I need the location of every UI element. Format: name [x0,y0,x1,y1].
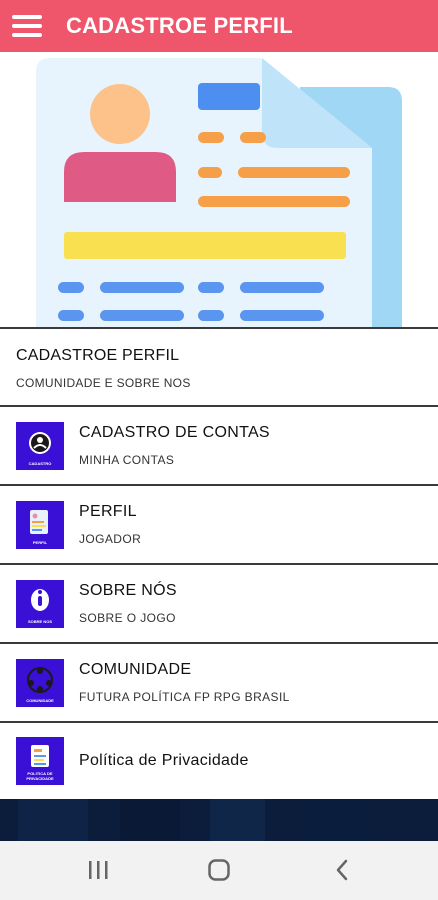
profile-document-illustration [36,58,402,328]
thumb-caption: POLITICA DE PRIVACIDADE [26,771,54,781]
info-chat-icon: SOBRE NOS [16,579,64,628]
system-navigation-bar [0,841,438,900]
list-item-politica-de-privacidade[interactable]: POLITICA DE PRIVACIDADE Política de Priv… [0,723,438,799]
list-item-cadastro-de-contas[interactable]: CADASTRO CADASTRO DE CONTAS MINHA CONTAS [0,407,438,486]
recents-icon[interactable] [78,855,118,885]
hamburger-menu-icon[interactable] [12,15,42,37]
home-icon[interactable] [199,855,239,885]
profile-card-icon: PERFIL [16,500,64,549]
thumb-caption: CADASTRO [28,460,52,466]
list-header-title: CADASTROE PERFIL [16,347,180,364]
app-bar: CADASTROE PERFIL [0,0,438,52]
menu-list: CADASTROE PERFIL COMUNIDADE E SOBRE NOS … [0,327,438,799]
hero-illustration [0,52,438,328]
thumb-caption: PERFIL [32,539,48,545]
list-header: CADASTROE PERFIL COMUNIDADE E SOBRE NOS [0,327,438,407]
list-item-subtitle: SOBRE O JOGO [79,611,176,625]
list-item-perfil[interactable]: PERFIL PERFIL JOGADOR [0,486,438,565]
thumb-caption: SOBRE NOS [27,618,52,624]
list-item-title: COMUNIDADE [79,661,192,678]
list-item-title: SOBRE NÓS [79,582,177,599]
back-icon[interactable] [322,855,362,885]
list-item-subtitle: FUTURA POLÍTICA FP RPG BRASIL [79,690,290,704]
community-network-icon: COMUNIDADE [16,658,64,707]
thumb-caption: COMUNIDADE [26,697,54,703]
app-title: CADASTROE PERFIL [66,13,293,38]
list-header-subtitle: COMUNIDADE E SOBRE NOS [16,376,191,390]
user-circle-icon: CADASTRO [16,421,64,470]
privacy-document-icon: POLITICA DE PRIVACIDADE [16,737,64,785]
list-item-title: CADASTRO DE CONTAS [79,424,270,441]
list-item-comunidade[interactable]: COMUNIDADE COMUNIDADE FUTURA POLÍTICA FP… [0,644,438,723]
list-item-sobre-nos[interactable]: SOBRE NOS SOBRE NÓS SOBRE O JOGO [0,565,438,644]
list-item-subtitle: JOGADOR [79,532,142,546]
list-item-title: Política de Privacidade [79,752,249,769]
list-item-subtitle: MINHA CONTAS [79,453,175,467]
bottom-banner [0,799,438,841]
list-item-title: PERFIL [79,503,137,520]
